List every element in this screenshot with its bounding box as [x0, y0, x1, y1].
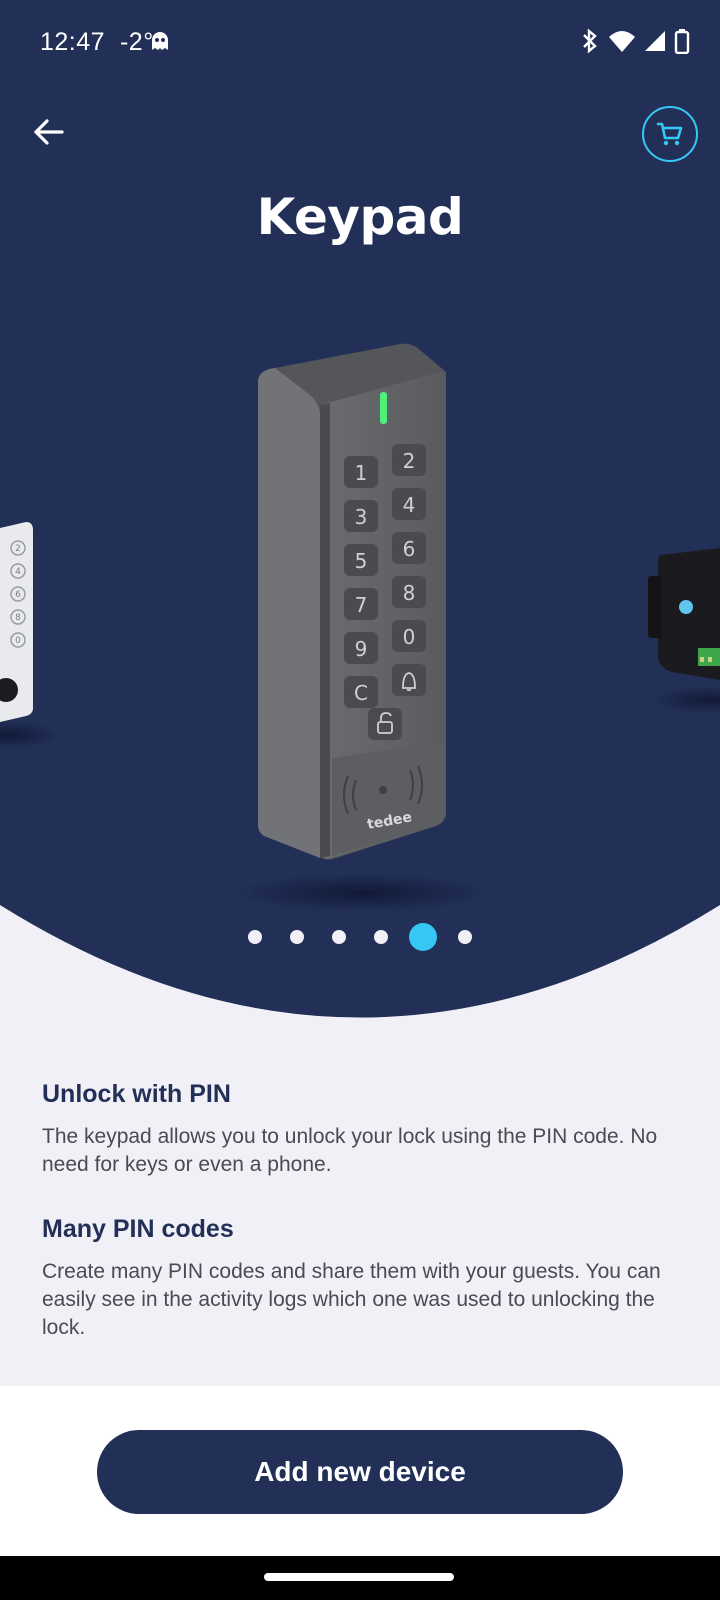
- status-bar: 12:47 -2°: [0, 0, 720, 86]
- svg-text:7: 7: [355, 593, 368, 617]
- shop-button[interactable]: [642, 106, 698, 162]
- svg-text:1: 1: [355, 461, 368, 485]
- svg-text:8: 8: [15, 613, 21, 623]
- page-dot-1[interactable]: [248, 930, 262, 944]
- svg-text:2: 2: [403, 449, 416, 473]
- home-indicator[interactable]: [264, 1573, 454, 1581]
- ghost-icon: [152, 32, 168, 50]
- back-button[interactable]: [26, 110, 70, 154]
- svg-text:0: 0: [15, 636, 21, 646]
- hero-section: 12:47 -2° Keypad 2 4 6 8 0 tedee 1 2 3 4…: [0, 0, 720, 1030]
- svg-text:4: 4: [403, 493, 416, 517]
- page-dot-2[interactable]: [290, 930, 304, 944]
- svg-text:8: 8: [403, 581, 416, 605]
- wifi-icon: [609, 31, 635, 52]
- svg-text:6: 6: [15, 590, 21, 600]
- svg-text:6: 6: [403, 537, 416, 561]
- status-time: 12:47 -2°: [40, 28, 154, 56]
- bluetooth-icon: [583, 28, 597, 54]
- page-dot-6[interactable]: [458, 930, 472, 944]
- svg-text:9: 9: [355, 637, 368, 661]
- status-icons: [580, 28, 690, 54]
- feature-title: Unlock with PIN: [42, 1080, 231, 1108]
- status-temperature: -2°: [119, 28, 154, 56]
- feature-title: Many PIN codes: [42, 1215, 234, 1243]
- page-dot-3[interactable]: [332, 930, 346, 944]
- shopping-cart-icon: [656, 122, 683, 146]
- page-dot-4[interactable]: [374, 930, 388, 944]
- svg-text:0: 0: [403, 625, 416, 649]
- unlock-key: [368, 708, 402, 740]
- svg-text:3: 3: [355, 505, 368, 529]
- signal-icon: [645, 31, 665, 51]
- page-title: Keypad: [256, 188, 464, 246]
- battery-icon: [674, 29, 690, 54]
- feature-description: The keypad allows you to unlock your loc…: [42, 1125, 658, 1176]
- svg-text:4: 4: [15, 567, 21, 577]
- feature-list: Unlock with PIN The keypad allows you to…: [42, 1080, 682, 1378]
- feature-description: Create many PIN codes and share them wit…: [42, 1260, 661, 1339]
- svg-text:2: 2: [15, 544, 21, 554]
- keypad-device-image: tedee 1 2 3 4 5 6 7 8 9 0 C: [232, 343, 492, 913]
- arrow-left-icon: [34, 119, 64, 145]
- page-dot-5-active[interactable]: [409, 923, 437, 951]
- add-new-device-button[interactable]: Add new device: [97, 1430, 623, 1514]
- left-device-image: 2 4 6 8 0: [0, 522, 60, 749]
- right-device-image: [648, 548, 720, 714]
- svg-text:5: 5: [355, 549, 368, 573]
- svg-text:C: C: [354, 681, 368, 705]
- carousel-pagination: [0, 922, 720, 952]
- device-carousel[interactable]: 2 4 6 8 0 tedee 1 2 3 4 5 6 7 8 9 0 C: [0, 320, 720, 920]
- bell-key: [392, 664, 426, 696]
